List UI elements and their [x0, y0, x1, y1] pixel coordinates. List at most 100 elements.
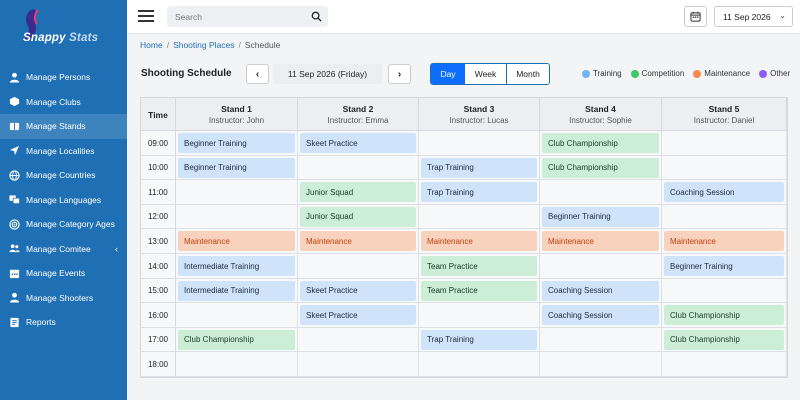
sidebar-item-manage-shooters[interactable]: Manage Shooters: [0, 286, 127, 311]
schedule-cell[interactable]: [176, 204, 298, 229]
breadcrumb-places-link[interactable]: Shooting Places: [173, 40, 234, 50]
schedule-cell[interactable]: Team Practice: [419, 278, 540, 303]
event-block-competition[interactable]: Junior Squad: [300, 206, 416, 227]
schedule-cell[interactable]: Club Championship: [662, 327, 787, 352]
week-view-button[interactable]: Week: [465, 64, 507, 84]
schedule-cell[interactable]: Beginner Training: [540, 204, 662, 229]
schedule-cell[interactable]: Trap Training: [419, 327, 540, 352]
event-block-competition[interactable]: Club Championship: [664, 329, 784, 350]
event-block-training[interactable]: Coaching Session: [542, 280, 659, 301]
schedule-cell[interactable]: [540, 352, 662, 377]
schedule-cell[interactable]: [419, 204, 540, 229]
sidebar-item-manage-languages[interactable]: Manage Languages: [0, 188, 127, 213]
event-block-maintenance[interactable]: Maintenance: [664, 231, 784, 252]
calendar-button[interactable]: [684, 6, 707, 27]
event-block-competition[interactable]: Team Practice: [421, 280, 537, 301]
schedule-cell[interactable]: Trap Training: [419, 180, 540, 205]
schedule-cell[interactable]: Club Championship: [176, 327, 298, 352]
sidebar-item-manage-localities[interactable]: Manage Localities: [0, 139, 127, 164]
event-block-training[interactable]: Trap Training: [421, 182, 537, 203]
event-block-competition[interactable]: Club Championship: [664, 305, 784, 326]
schedule-cell[interactable]: Club Championship: [540, 131, 662, 155]
schedule-cell[interactable]: [662, 131, 787, 155]
schedule-cell[interactable]: Intermediate Training: [176, 254, 298, 278]
schedule-cell[interactable]: Trap Training: [419, 155, 540, 180]
event-block-training[interactable]: Skeet Practice: [300, 133, 416, 153]
schedule-cell[interactable]: Maintenance: [419, 229, 540, 254]
event-block-training[interactable]: Beginner Training: [664, 256, 784, 276]
schedule-cell[interactable]: [419, 131, 540, 155]
event-block-training[interactable]: Trap Training: [421, 329, 537, 350]
sidebar-item-manage-events[interactable]: Manage Events: [0, 261, 127, 286]
sidebar-item-manage-clubs[interactable]: Manage Clubs: [0, 90, 127, 115]
app-logo-text[interactable]: Snappy Stats: [23, 32, 98, 44]
schedule-cell[interactable]: [540, 254, 662, 278]
schedule-cell[interactable]: Skeet Practice: [298, 131, 419, 155]
event-block-maintenance[interactable]: Maintenance: [300, 231, 416, 252]
sidebar-item-manage-comitee[interactable]: Manage Comitee ‹: [0, 237, 127, 262]
event-block-training[interactable]: Beginner Training: [542, 206, 659, 227]
schedule-cell[interactable]: Junior Squad: [298, 180, 419, 205]
event-block-training[interactable]: Beginner Training: [178, 157, 295, 178]
schedule-cell[interactable]: [662, 155, 787, 180]
search-icon[interactable]: [311, 11, 322, 22]
schedule-cell[interactable]: [540, 180, 662, 205]
event-block-competition[interactable]: Club Championship: [542, 157, 659, 178]
breadcrumb-home-link[interactable]: Home: [140, 40, 163, 50]
schedule-cell[interactable]: [298, 352, 419, 377]
event-block-maintenance[interactable]: Maintenance: [178, 231, 295, 252]
event-block-training[interactable]: Skeet Practice: [300, 305, 416, 326]
schedule-cell[interactable]: Intermediate Training: [176, 278, 298, 303]
sidebar-item-manage-persons[interactable]: Manage Persons: [0, 65, 127, 90]
schedule-cell[interactable]: Coaching Session: [540, 303, 662, 328]
event-block-training[interactable]: Beginner Training: [178, 133, 295, 153]
schedule-cell[interactable]: Maintenance: [176, 229, 298, 254]
event-block-competition[interactable]: Junior Squad: [300, 182, 416, 203]
schedule-cell[interactable]: Maintenance: [662, 229, 787, 254]
schedule-cell[interactable]: Team Practice: [419, 254, 540, 278]
event-block-competition[interactable]: Team Practice: [421, 256, 537, 276]
schedule-cell[interactable]: [419, 352, 540, 377]
schedule-cell[interactable]: Coaching Session: [662, 180, 787, 205]
event-block-training[interactable]: Skeet Practice: [300, 280, 416, 301]
event-block-training[interactable]: Intermediate Training: [178, 280, 295, 301]
sidebar-item-manage-countries[interactable]: Manage Countries: [0, 163, 127, 188]
app-logo-icon[interactable]: [14, 6, 114, 52]
next-day-button[interactable]: ›: [388, 64, 411, 84]
schedule-cell[interactable]: [540, 327, 662, 352]
event-block-maintenance[interactable]: Maintenance: [542, 231, 659, 252]
event-block-training[interactable]: Trap Training: [421, 157, 537, 178]
sidebar-item-manage-stands[interactable]: Manage Stands: [0, 114, 127, 139]
schedule-cell[interactable]: Coaching Session: [540, 278, 662, 303]
prev-day-button[interactable]: ‹: [246, 64, 269, 84]
schedule-cell[interactable]: [298, 254, 419, 278]
event-block-competition[interactable]: Club Championship: [542, 133, 659, 153]
schedule-cell[interactable]: [662, 278, 787, 303]
event-block-training[interactable]: Coaching Session: [664, 182, 784, 203]
day-view-button[interactable]: Day: [431, 64, 465, 84]
schedule-cell[interactable]: [662, 352, 787, 377]
event-block-training[interactable]: Coaching Session: [542, 305, 659, 326]
schedule-cell[interactable]: Junior Squad: [298, 204, 419, 229]
date-select[interactable]: 11 Sep 2026 ⌄: [714, 6, 793, 27]
month-view-button[interactable]: Month: [507, 64, 549, 84]
sidebar-item-manage-category-ages[interactable]: Manage Category Ages: [0, 212, 127, 237]
schedule-cell[interactable]: Beginner Training: [176, 131, 298, 155]
schedule-cell[interactable]: Club Championship: [662, 303, 787, 328]
schedule-cell[interactable]: [298, 155, 419, 180]
schedule-cell[interactable]: [419, 303, 540, 328]
schedule-cell[interactable]: [176, 180, 298, 205]
schedule-cell[interactable]: Beginner Training: [662, 254, 787, 278]
schedule-cell[interactable]: Maintenance: [540, 229, 662, 254]
schedule-cell[interactable]: Skeet Practice: [298, 278, 419, 303]
schedule-cell[interactable]: [176, 303, 298, 328]
schedule-cell[interactable]: Maintenance: [298, 229, 419, 254]
schedule-cell[interactable]: [176, 352, 298, 377]
menu-toggle-icon[interactable]: [138, 10, 154, 24]
schedule-cell[interactable]: Beginner Training: [176, 155, 298, 180]
schedule-cell[interactable]: Skeet Practice: [298, 303, 419, 328]
event-block-training[interactable]: Intermediate Training: [178, 256, 295, 276]
event-block-maintenance[interactable]: Maintenance: [421, 231, 537, 252]
search-input[interactable]: [167, 6, 297, 27]
event-block-competition[interactable]: Club Championship: [178, 329, 295, 350]
